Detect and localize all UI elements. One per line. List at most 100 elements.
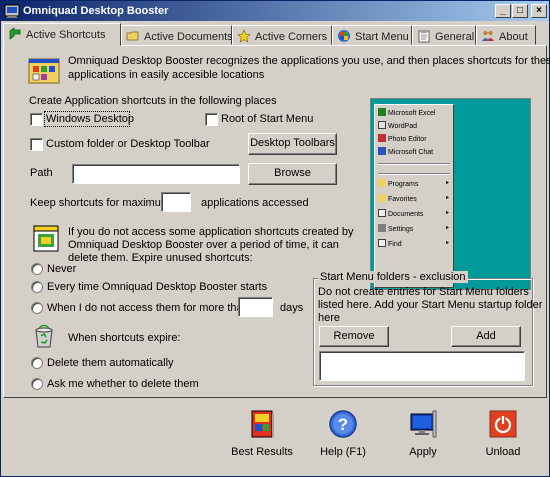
windows-desktop-checkbox[interactable]	[30, 113, 43, 126]
apply-button[interactable]: Apply	[383, 403, 463, 475]
preview-menu-item: Microsoft Chat	[378, 147, 433, 156]
browse-button[interactable]: Browse	[248, 163, 337, 185]
submenu-arrow-icon: ▸	[446, 195, 450, 201]
tab-active-corners[interactable]: Active Corners	[232, 25, 332, 45]
apply-label: Apply	[409, 446, 437, 458]
preview-item-label: Settings	[388, 226, 414, 233]
preview-menu-item: Programs ▸	[378, 179, 449, 188]
intro-text-line1: Omniquad Desktop Booster recognizes the …	[68, 55, 550, 67]
expire-text-line3: delete them. Expire unused shortcuts:	[68, 252, 253, 264]
photo-editor-icon	[378, 134, 386, 142]
start-menu-preview: Microsoft Excel WordPad Photo Editor Mic…	[370, 98, 531, 290]
app-icon	[4, 4, 20, 18]
unload-button[interactable]: Unload	[463, 403, 543, 475]
app-window: Omniquad Desktop Booster _ □ × Active Sh…	[0, 0, 550, 477]
preview-item-label: Microsoft Excel	[388, 110, 436, 117]
max-shortcuts-input[interactable]	[161, 192, 191, 212]
never-label[interactable]: Never	[47, 263, 76, 275]
maximize-button[interactable]: □	[512, 4, 528, 18]
preview-item-label: WordPad	[388, 123, 418, 130]
preview-separator	[378, 173, 450, 175]
tab-start-menu[interactable]: Start Menu	[332, 25, 412, 45]
submenu-arrow-icon: ▸	[446, 180, 450, 186]
windows-desktop-label[interactable]: Windows Desktop	[46, 113, 134, 125]
applications-accessed-label: applications accessed	[201, 197, 309, 209]
remove-button[interactable]: Remove	[319, 326, 389, 347]
not-accessed-label[interactable]: When I do not access them for more than	[47, 302, 249, 314]
excluded-folders-list[interactable]	[319, 351, 525, 381]
star-icon	[237, 29, 251, 43]
create-heading: Create Application shortcuts in the foll…	[29, 95, 277, 107]
tab-general[interactable]: General	[412, 25, 476, 45]
tab-label: About	[499, 31, 528, 43]
recycle-bin-icon	[35, 324, 53, 348]
preview-menu-item: WordPad	[378, 121, 417, 130]
add-button[interactable]: Add	[451, 326, 521, 347]
window-title: Omniquad Desktop Booster	[23, 5, 169, 17]
tab-about[interactable]: About	[476, 25, 536, 45]
help-icon: ?	[329, 410, 357, 438]
custom-folder-checkbox[interactable]	[30, 138, 43, 151]
desktop-toolbars-button[interactable]: Desktop Toolbars	[248, 133, 337, 155]
tab-active-documents[interactable]: Active Documents	[121, 25, 233, 45]
help-button[interactable]: ? Help (F1)	[303, 403, 383, 475]
path-input[interactable]	[72, 164, 240, 184]
exclusion-group-title: Start Menu folders - exclusion	[318, 271, 468, 283]
not-accessed-radio[interactable]	[31, 302, 43, 314]
best-results-button[interactable]: Best Results	[222, 403, 302, 475]
when-expire-heading: When shortcuts expire:	[68, 332, 181, 344]
minimize-button[interactable]: _	[495, 4, 511, 18]
favorites-icon	[378, 194, 386, 202]
clipboard-icon	[418, 30, 430, 43]
tab-strip: Active Shortcuts Active Documents Active…	[3, 23, 547, 46]
preview-menu-item: Microsoft Excel	[378, 108, 435, 117]
book-icon	[251, 410, 274, 438]
exclusion-text-line1: Do not create entries for Start Menu fol…	[318, 286, 529, 298]
documents-icon	[378, 209, 386, 217]
every-time-label[interactable]: Every time Omniquad Desktop Booster star…	[47, 281, 267, 293]
keep-shortcuts-label: Keep shortcuts for maximum	[30, 197, 170, 209]
people-icon	[482, 30, 494, 41]
submenu-arrow-icon: ▸	[446, 240, 450, 246]
intro-text-line2: applications in easily accesible locatio…	[68, 69, 265, 81]
find-icon	[378, 239, 386, 247]
expire-text-line2: Omniquad Desktop Booster over a period o…	[68, 239, 339, 251]
preview-menu: Microsoft Excel WordPad Photo Editor Mic…	[374, 104, 454, 288]
preview-item-label: Favorites	[388, 196, 417, 203]
preview-menu-item: Find ▸	[378, 239, 449, 248]
ask-delete-radio[interactable]	[31, 378, 43, 390]
expire-text-line1: If you do not access some application sh…	[68, 226, 354, 238]
custom-folder-label[interactable]: Custom folder or Desktop Toolbar	[46, 138, 210, 150]
tab-label: General	[435, 31, 475, 43]
preview-menu-item: Favorites ▸	[378, 194, 449, 203]
applications-icon	[28, 58, 60, 84]
programs-icon	[378, 179, 386, 187]
monitor-icon	[410, 410, 437, 438]
never-radio[interactable]	[31, 263, 43, 275]
title-bar[interactable]: Omniquad Desktop Booster _ □ ×	[1, 1, 549, 21]
tab-active-shortcuts[interactable]: Active Shortcuts	[3, 23, 121, 46]
preview-menu-item: Documents ▸	[378, 209, 449, 218]
delete-auto-label[interactable]: Delete them automatically	[47, 357, 174, 369]
unload-label: Unload	[485, 446, 521, 458]
wordpad-icon	[378, 121, 386, 129]
preview-item-label: Find	[388, 241, 402, 248]
settings-icon	[378, 224, 386, 232]
tab-label: Active Corners	[255, 31, 328, 43]
exclusion-text-line2: listed here. Add your Start Menu startup…	[318, 299, 543, 311]
root-start-menu-label[interactable]: Root of Start Menu	[221, 113, 313, 125]
preview-item-label: Programs	[388, 181, 419, 188]
green-arrow-icon	[9, 27, 21, 40]
best-results-label: Best Results	[231, 446, 293, 458]
preview-menu-item: Settings ▸	[378, 224, 449, 233]
preview-item-label: Microsoft Chat	[388, 149, 434, 156]
days-input[interactable]	[238, 297, 273, 317]
exclusion-text-line3: here	[318, 312, 341, 324]
ask-delete-label[interactable]: Ask me whether to delete them	[47, 378, 199, 390]
every-time-radio[interactable]	[31, 281, 43, 293]
root-start-menu-checkbox[interactable]	[205, 113, 218, 126]
calendar-icon	[33, 225, 59, 252]
close-button[interactable]: ×	[531, 4, 547, 18]
path-label: Path	[30, 167, 53, 179]
delete-auto-radio[interactable]	[31, 357, 43, 369]
